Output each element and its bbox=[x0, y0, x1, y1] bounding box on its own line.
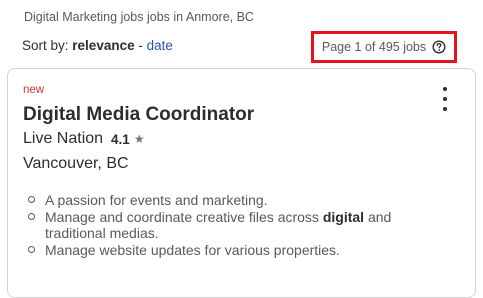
sort-label: Sort by: bbox=[22, 38, 69, 53]
star-icon: ★ bbox=[133, 132, 145, 146]
help-icon[interactable] bbox=[432, 40, 446, 54]
company-row: Live Nation 4.1 ★ bbox=[23, 130, 145, 148]
snippet-item: A passion for events and marketing. bbox=[24, 192, 444, 209]
job-title[interactable]: Digital Media Coordinator bbox=[23, 104, 254, 126]
snippet-item: Manage and coordinate creative files acr… bbox=[24, 209, 444, 242]
page-count-box: Page 1 of 495 jobs bbox=[311, 31, 457, 63]
sort-relevance: relevance bbox=[72, 38, 135, 53]
sort-date-link[interactable]: date bbox=[147, 38, 173, 53]
job-card[interactable]: new Digital Media Coordinator Live Natio… bbox=[7, 68, 476, 298]
page-count-text: Page 1 of 495 jobs bbox=[321, 40, 427, 54]
snippet-item: Manage website updates for various prope… bbox=[24, 242, 444, 259]
job-location: Vancouver, BC bbox=[23, 155, 129, 172]
breadcrumb: Digital Marketing jobs jobs in Anmore, B… bbox=[24, 10, 254, 24]
company-rating: 4.1 bbox=[111, 131, 130, 147]
sort-bar: Sort by: relevance - date bbox=[22, 38, 173, 53]
company-name[interactable]: Live Nation bbox=[23, 130, 103, 148]
kebab-menu-icon[interactable] bbox=[435, 87, 455, 111]
new-badge: new bbox=[23, 84, 45, 96]
job-snippet: A passion for events and marketing. Mana… bbox=[24, 192, 444, 258]
sort-separator: - bbox=[138, 38, 143, 53]
